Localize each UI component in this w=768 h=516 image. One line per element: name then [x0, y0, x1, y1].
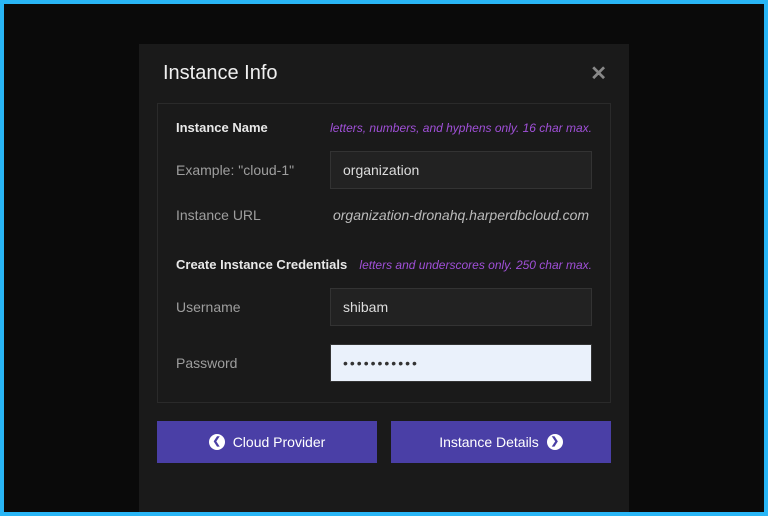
- modal-title: Instance Info: [163, 62, 278, 85]
- credentials-heading: Create Instance Credentials: [176, 257, 347, 272]
- username-label: Username: [176, 299, 316, 315]
- instance-name-example-label: Example: "cloud-1": [176, 162, 316, 178]
- credentials-section-header: Create Instance Credentials letters and …: [176, 257, 592, 272]
- credentials-hint: letters and underscores only. 250 char m…: [359, 258, 592, 272]
- chevron-right-icon: ❯: [547, 434, 563, 450]
- instance-info-modal: Instance Info ✕ Instance Name letters, n…: [139, 44, 629, 512]
- password-input[interactable]: [330, 344, 592, 382]
- username-input[interactable]: [330, 288, 592, 326]
- instance-url-value: organization-dronahq.harperdbcloud.com: [330, 207, 592, 223]
- instance-section: Instance Name letters, numbers, and hyph…: [157, 103, 611, 403]
- close-icon[interactable]: ✕: [590, 64, 607, 84]
- modal-header: Instance Info ✕: [139, 44, 629, 103]
- instance-details-button-label: Instance Details: [439, 434, 539, 450]
- instance-url-label: Instance URL: [176, 207, 316, 223]
- instance-details-button[interactable]: Instance Details ❯: [391, 421, 611, 463]
- password-label: Password: [176, 355, 316, 371]
- instance-name-hint: letters, numbers, and hyphens only. 16 c…: [330, 121, 592, 135]
- cloud-provider-button[interactable]: ❮ Cloud Provider: [157, 421, 377, 463]
- instance-name-input[interactable]: [330, 151, 592, 189]
- instance-name-heading: Instance Name: [176, 120, 268, 135]
- modal-footer: ❮ Cloud Provider Instance Details ❯: [139, 403, 629, 463]
- instance-name-row: Example: "cloud-1": [176, 151, 592, 189]
- instance-section-header: Instance Name letters, numbers, and hyph…: [176, 120, 592, 135]
- chevron-left-icon: ❮: [209, 434, 225, 450]
- cloud-provider-button-label: Cloud Provider: [233, 434, 326, 450]
- password-row: Password: [176, 344, 592, 382]
- modal-body: Instance Name letters, numbers, and hyph…: [139, 103, 629, 403]
- instance-url-row: Instance URL organization-dronahq.harper…: [176, 207, 592, 223]
- username-row: Username: [176, 288, 592, 326]
